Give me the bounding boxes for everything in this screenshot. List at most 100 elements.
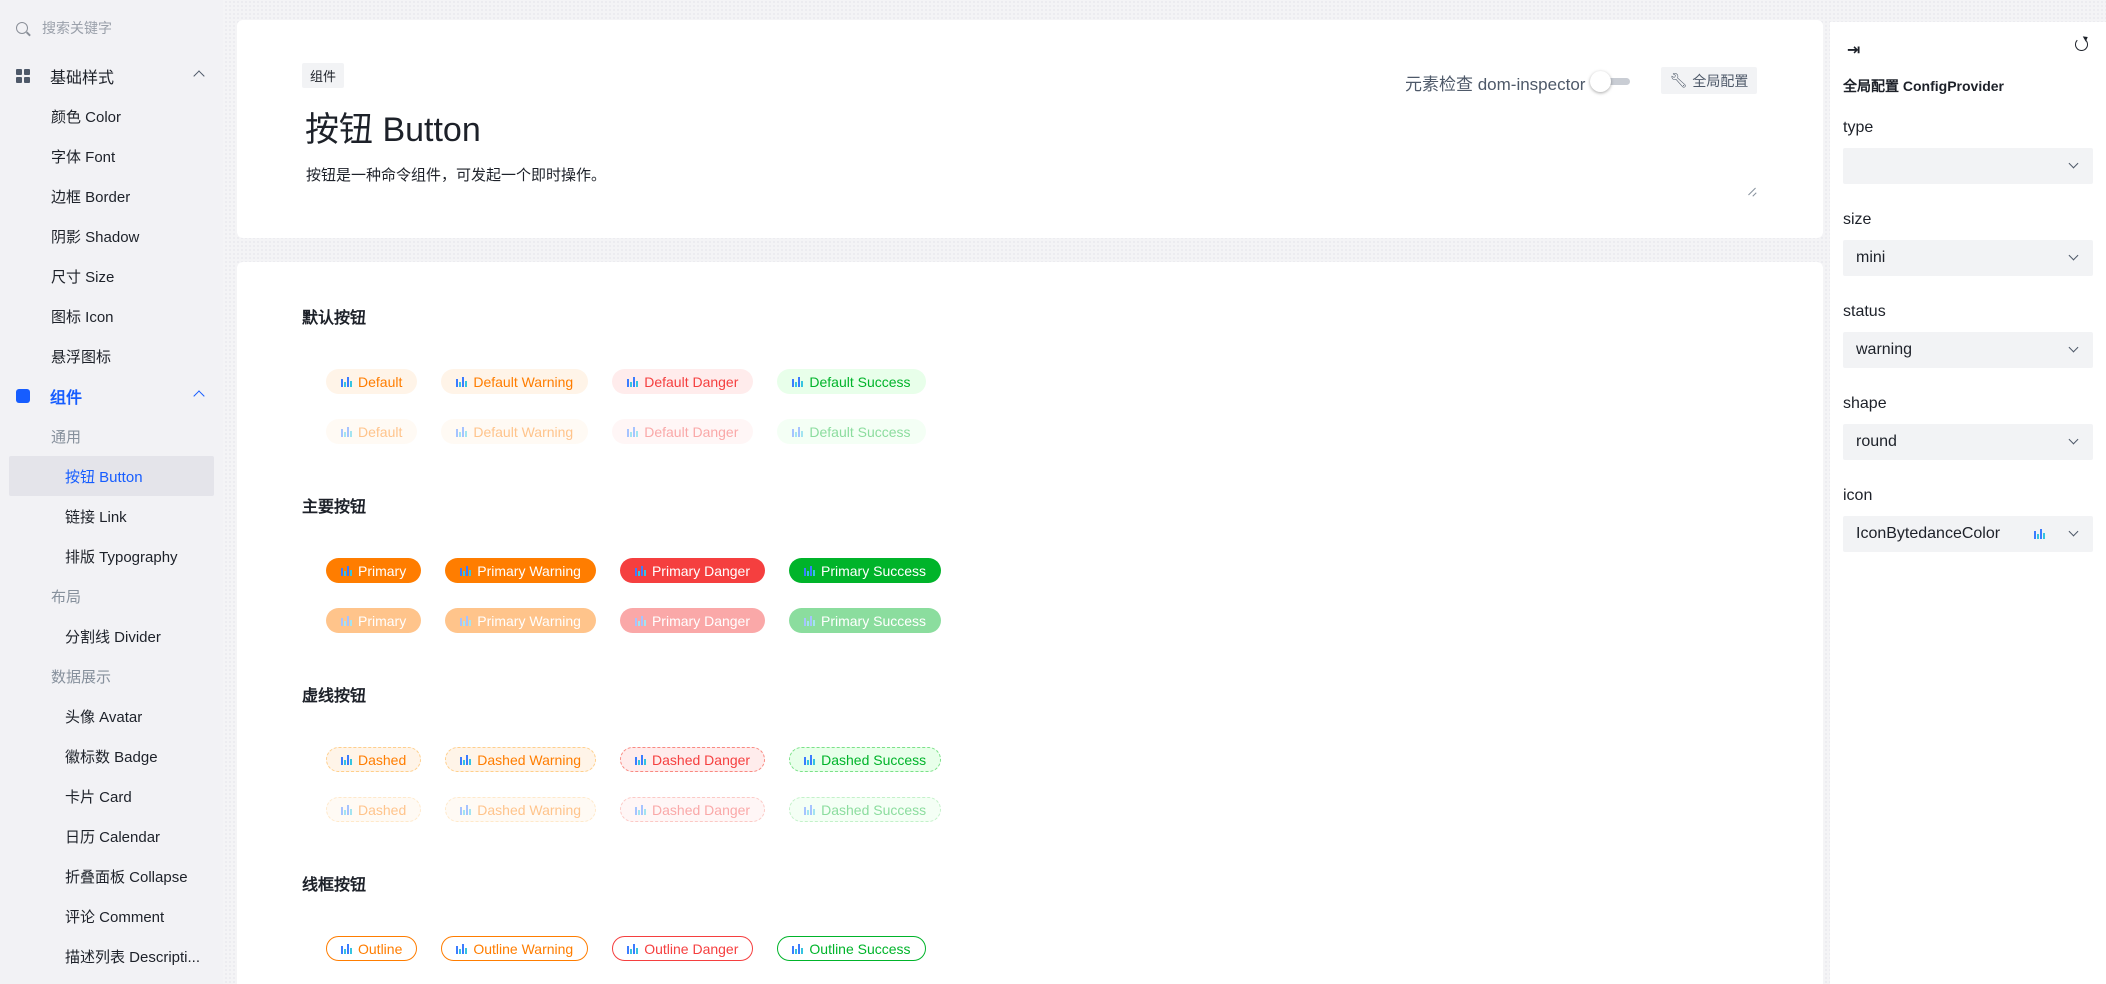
dashed-danger-button[interactable]: Dashed Danger	[620, 747, 766, 772]
header-card: 组件 按钮 Button 按钮是一种命令组件，可发起一个即时操作。 元素检查 d…	[237, 20, 1971, 238]
bytedance-color-icon	[460, 565, 472, 576]
bytedance-color-icon	[635, 754, 647, 765]
sidebar-category-general: 通用	[51, 428, 82, 446]
primary-button[interactable]: Primary	[326, 558, 422, 583]
status-select[interactable]: warning	[1843, 332, 2093, 368]
chevron-down-icon	[2068, 526, 2079, 537]
resize-handle-icon[interactable]	[1747, 186, 1757, 196]
outline-warning-button[interactable]: Outline Warning	[441, 936, 589, 961]
dashed-button[interactable]: Dashed	[326, 747, 422, 772]
dashed-success-button[interactable]: Dashed Success	[789, 747, 942, 772]
nav-group-basic-styles[interactable]: 基础样式	[0, 56, 223, 96]
outline-button[interactable]: Outline	[326, 936, 418, 961]
section-title-primary: 主要按钮	[302, 499, 367, 516]
page-description[interactable]: 按钮是一种命令组件，可发起一个即时操作。	[306, 164, 606, 185]
sidebar-item-calendar[interactable]: 日历 Calendar	[0, 816, 223, 856]
icon-select[interactable]: IconBytedanceColor	[1843, 516, 2093, 552]
dashed-warning-button[interactable]: Dashed Warning	[445, 747, 597, 772]
default-danger-button-disabled: Default Danger	[612, 419, 754, 444]
bytedance-color-icon	[635, 804, 647, 815]
sidebar-item-button[interactable]: 按钮 Button	[9, 456, 214, 496]
button-row-default-disabled: Default Default Warning Default Danger D…	[326, 419, 926, 444]
bytedance-color-icon	[341, 943, 352, 954]
nav-group-components[interactable]: 组件	[0, 376, 223, 416]
default-success-button-disabled: Default Success	[777, 419, 926, 444]
type-select[interactable]	[1843, 148, 2093, 184]
primary-success-button[interactable]: Primary Success	[789, 558, 942, 583]
sidebar-item-card[interactable]: 卡片 Card	[0, 776, 223, 816]
search-box[interactable]: 搜索关键字	[0, 0, 223, 56]
global-config-button[interactable]: 🔧︎ 全局配置	[1661, 67, 1757, 94]
bytedance-color-icon	[627, 943, 639, 954]
button-row-primary-disabled: Primary Primary Warning Primary Danger P…	[326, 608, 942, 633]
sidebar-item-link[interactable]: 链接 Link	[0, 496, 223, 536]
grid-icon	[16, 69, 30, 83]
primary-warning-button-disabled: Primary Warning	[445, 608, 596, 633]
outline-danger-button[interactable]: Outline Danger	[612, 936, 754, 961]
button-row-default: Default Default Warning Default Danger D…	[326, 369, 926, 394]
select-value: mini	[1856, 249, 1886, 266]
button-row-dashed-disabled: Dashed Dashed Warning Dashed Danger Dash…	[326, 797, 942, 822]
size-select[interactable]: mini	[1843, 240, 2093, 276]
field-label-size: size	[1843, 211, 1872, 228]
page-title: 按钮 Button	[305, 111, 481, 149]
bytedance-color-icon	[792, 426, 804, 437]
collapse-panel-icon[interactable]: ⇥	[1847, 40, 1860, 60]
bytedance-color-icon	[460, 804, 472, 815]
default-danger-button[interactable]: Default Danger	[612, 369, 754, 394]
sidebar-item-border[interactable]: 边框 Border	[0, 176, 223, 216]
sidebar-item-comment[interactable]: 评论 Comment	[0, 896, 223, 936]
primary-success-button-disabled: Primary Success	[789, 608, 942, 633]
bytedance-color-icon	[804, 615, 815, 626]
bytedance-color-icon	[456, 376, 468, 387]
default-button[interactable]: Default	[326, 369, 418, 394]
chevron-up-icon	[193, 70, 205, 82]
sidebar-item-badge[interactable]: 徽标数 Badge	[0, 736, 223, 776]
components-icon	[16, 389, 30, 403]
field-label-icon: icon	[1843, 487, 1873, 504]
sidebar-item-avatar[interactable]: 头像 Avatar	[0, 696, 223, 736]
chevron-down-icon	[2068, 342, 2079, 353]
sidebar-category-data-display: 数据展示	[51, 668, 112, 686]
sidebar-item-descriptions[interactable]: 描述列表 Descripti...	[0, 936, 223, 976]
bytedance-color-icon	[456, 426, 468, 437]
primary-warning-button[interactable]: Primary Warning	[445, 558, 596, 583]
field-label-status: status	[1843, 303, 1886, 320]
sidebar-item-color[interactable]: 颜色 Color	[0, 96, 223, 136]
sidebar-item-shadow[interactable]: 阴影 Shadow	[0, 216, 223, 256]
default-warning-button[interactable]: Default Warning	[441, 369, 589, 394]
select-value: warning	[1856, 341, 1913, 358]
config-panel-title: 全局配置 ConfigProvider	[1843, 78, 2005, 94]
bytedance-color-icon	[804, 565, 815, 576]
primary-button-disabled: Primary	[326, 608, 422, 633]
section-title-outline: 线框按钮	[302, 877, 367, 894]
nav-group-label: 组件	[50, 390, 83, 407]
refresh-icon[interactable]	[2075, 38, 2088, 51]
primary-danger-button-disabled: Primary Danger	[619, 608, 765, 633]
bytedance-color-icon	[341, 565, 352, 576]
category-tag: 组件	[302, 63, 345, 88]
button-row-dashed: Dashed Dashed Warning Dashed Danger Dash…	[326, 747, 942, 772]
nav-group-label: 基础样式	[50, 70, 115, 87]
bytedance-color-icon	[341, 615, 352, 626]
search-input[interactable]: 搜索关键字	[42, 18, 112, 38]
default-success-button[interactable]: Default Success	[777, 369, 926, 394]
sidebar-item-size[interactable]: 尺寸 Size	[0, 256, 223, 296]
bytedance-color-icon	[792, 376, 804, 387]
outline-success-button[interactable]: Outline Success	[777, 936, 926, 961]
sidebar-item-icon[interactable]: 图标 Icon	[0, 296, 223, 336]
bytedance-color-icon	[460, 754, 472, 765]
dashed-button-disabled: Dashed	[326, 797, 422, 822]
inspector-toggle[interactable]	[1590, 71, 1632, 92]
default-button-disabled: Default	[326, 419, 418, 444]
sidebar-item-divider[interactable]: 分割线 Divider	[0, 616, 223, 656]
shape-select[interactable]: round	[1843, 424, 2093, 460]
dashed-warning-button-disabled: Dashed Warning	[445, 797, 597, 822]
sidebar-item-typography[interactable]: 排版 Typography	[0, 536, 223, 576]
chevron-down-icon	[2068, 434, 2079, 445]
toggle-knob	[1590, 71, 1611, 92]
sidebar-item-floating-icon[interactable]: 悬浮图标	[0, 336, 223, 376]
sidebar-item-font[interactable]: 字体 Font	[0, 136, 223, 176]
sidebar-item-collapse[interactable]: 折叠面板 Collapse	[0, 856, 223, 896]
primary-danger-button[interactable]: Primary Danger	[619, 558, 765, 583]
